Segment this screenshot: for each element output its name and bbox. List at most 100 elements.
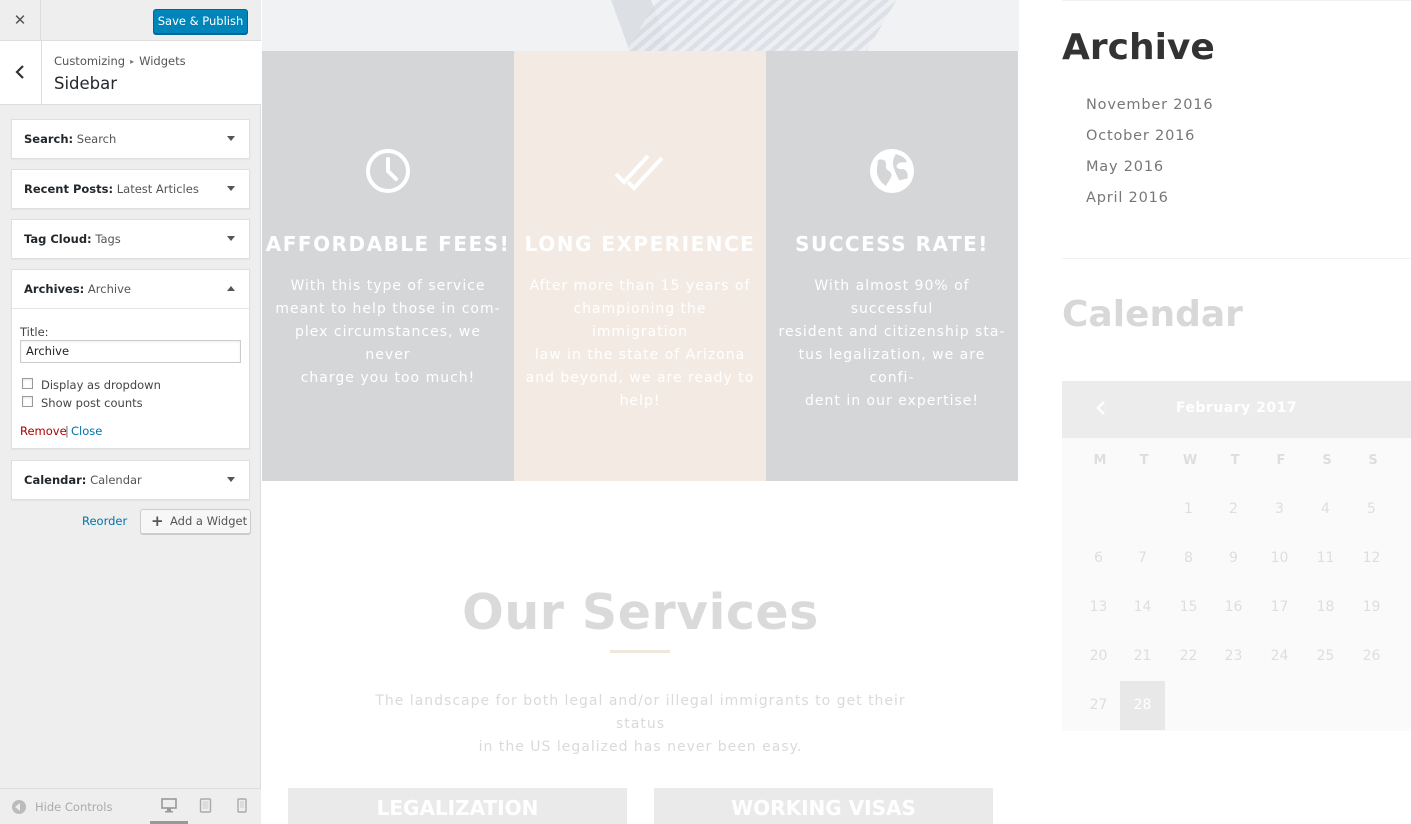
- widget-tag-cloud[interactable]: Tag Cloud: Tags: [11, 219, 250, 259]
- dropdown-label: Display as dropdown: [41, 378, 161, 392]
- widget-search[interactable]: Search: Search: [11, 119, 250, 159]
- calendar-day[interactable]: 4: [1303, 485, 1348, 534]
- caret-down-icon[interactable]: [227, 136, 235, 141]
- feature-text-line: resident and citizenship sta-: [778, 324, 1006, 340]
- calendar-day[interactable]: 17: [1257, 583, 1302, 632]
- services-intro-line: in the US legalized has never been easy.: [478, 739, 803, 755]
- calendar-day[interactable]: 1: [1166, 485, 1211, 534]
- calendar-day[interactable]: 8: [1166, 534, 1211, 583]
- caret-down-icon[interactable]: [227, 186, 235, 191]
- calendar-day[interactable]: 19: [1349, 583, 1394, 632]
- site-preview: AFFORDABLE FEES! With this type of servi…: [262, 0, 1411, 824]
- breadcrumb-item: Customizing: [54, 54, 126, 68]
- collapse-arrow-icon[interactable]: [12, 800, 26, 814]
- calendar-day[interactable]: 2: [1211, 485, 1256, 534]
- archive-link[interactable]: October 2016: [1086, 128, 1195, 144]
- calendar-day[interactable]: 22: [1166, 632, 1211, 681]
- feature-title: AFFORDABLE FEES!: [265, 232, 511, 256]
- tablet-icon[interactable]: [199, 798, 213, 813]
- mobile-icon[interactable]: [237, 798, 247, 813]
- widget-title: Tags: [95, 232, 121, 246]
- feature-long-experience: LONG EXPERIENCE After more than 15 years…: [514, 51, 766, 481]
- feature-text-line: help!: [619, 393, 661, 409]
- breadcrumb-item: Widgets: [139, 54, 186, 68]
- add-widget-label: Add a Widget: [170, 514, 248, 528]
- widget-type: Calendar:: [24, 473, 87, 487]
- section-header: Customizing ▸ Widgets Sidebar: [0, 41, 261, 105]
- calendar-day[interactable]: 18: [1303, 583, 1348, 632]
- calendar-day[interactable]: 15: [1166, 583, 1211, 632]
- feature-text-line: dent in our expertise!: [805, 393, 979, 409]
- widget-recent-posts[interactable]: Recent Posts: Latest Articles: [11, 169, 250, 209]
- desktop-icon[interactable]: [161, 798, 177, 813]
- feature-text-line: meant to help those in com-: [275, 301, 501, 317]
- archive-link[interactable]: November 2016: [1086, 97, 1213, 113]
- calendar-day[interactable]: 16: [1211, 583, 1256, 632]
- calendar-day[interactable]: 13: [1076, 583, 1121, 632]
- remove-link[interactable]: Remove: [20, 424, 67, 438]
- service-card-working-visas[interactable]: WORKING VISAS: [654, 788, 993, 824]
- link-separator: |: [65, 424, 69, 438]
- calendar-day[interactable]: 24: [1257, 632, 1302, 681]
- widget-type: Search:: [24, 132, 74, 146]
- caret-down-icon[interactable]: [227, 477, 235, 482]
- feature-title: SUCCESS RATE!: [795, 232, 989, 256]
- close-link[interactable]: Close: [71, 424, 102, 438]
- post-counts-checkbox[interactable]: [22, 396, 33, 407]
- section-title: Sidebar: [54, 74, 118, 93]
- archive-link[interactable]: May 2016: [1086, 159, 1164, 175]
- widget-title: Archive: [87, 282, 131, 296]
- calendar-day[interactable]: 14: [1120, 583, 1165, 632]
- calendar-day[interactable]: 9: [1211, 534, 1256, 583]
- archives-form: Title: Archive Display as dropdown Show …: [12, 308, 249, 448]
- calendar-day[interactable]: 7: [1120, 534, 1165, 583]
- calendar-day-today[interactable]: 28: [1120, 681, 1165, 730]
- title-label: Title:: [20, 325, 49, 339]
- customizer-header: ✕ Save & Publish: [0, 0, 261, 41]
- feature-text-line: tus legalization, we are confi-: [798, 347, 986, 386]
- dropdown-checkbox[interactable]: [22, 378, 33, 389]
- calendar-day[interactable]: 6: [1076, 534, 1121, 583]
- feature-text-line: With almost 90% of successful: [814, 278, 970, 317]
- widget-type: Recent Posts:: [24, 182, 114, 196]
- archive-link[interactable]: April 2016: [1086, 190, 1169, 206]
- calendar-day[interactable]: 3: [1257, 485, 1302, 534]
- calendar-weekday: W: [1182, 453, 1198, 468]
- calendar-day[interactable]: 25: [1303, 632, 1348, 681]
- widget-calendar[interactable]: Calendar: Calendar: [11, 460, 250, 500]
- add-widget-button[interactable]: + Add a Widget: [140, 509, 251, 534]
- widget-title: Search: [76, 132, 117, 146]
- widget-archives[interactable]: Archives: Archive Title: Archive Display…: [11, 269, 250, 449]
- calendar-day[interactable]: 26: [1349, 632, 1394, 681]
- calendar-grid: M T W T F S S 1 2 3 4 5 6 7 8 9 10 11 12 13 14 15 16 17 18 19 20 21…: [1062, 438, 1411, 731]
- calendar-day[interactable]: 21: [1120, 632, 1165, 681]
- widget-title: Calendar: [90, 473, 142, 487]
- calendar-day[interactable]: 5: [1349, 485, 1394, 534]
- feature-text: With this type of service meant to help …: [272, 275, 504, 390]
- clock-icon: [366, 149, 410, 193]
- calendar-widget-title: Calendar: [1062, 294, 1243, 335]
- save-publish-button[interactable]: Save & Publish: [153, 9, 248, 34]
- calendar-day[interactable]: 20: [1076, 632, 1121, 681]
- calendar-day[interactable]: 12: [1349, 534, 1394, 583]
- calendar-day[interactable]: 23: [1211, 632, 1256, 681]
- calendar-day[interactable]: 11: [1303, 534, 1348, 583]
- title-input[interactable]: Archive: [20, 340, 241, 363]
- feature-success-rate: SUCCESS RATE! With almost 90% of success…: [766, 51, 1018, 481]
- caret-up-icon[interactable]: [227, 286, 235, 291]
- back-button[interactable]: [0, 41, 42, 104]
- widget-title: Latest Articles: [116, 182, 199, 196]
- services-intro-line: The landscape for both legal and/or ille…: [375, 693, 906, 732]
- sidebar-divider: [1062, 258, 1411, 259]
- customizer-footer: Hide Controls: [0, 788, 261, 824]
- calendar-day[interactable]: 27: [1076, 681, 1121, 730]
- hide-controls-button[interactable]: Hide Controls: [35, 800, 112, 814]
- calendar-day[interactable]: 10: [1257, 534, 1302, 583]
- breadcrumb-separator: ▸: [130, 57, 135, 66]
- close-icon[interactable]: ✕: [0, 0, 41, 41]
- service-card-legalization[interactable]: LEGALIZATION: [288, 788, 627, 824]
- calendar-weekday: F: [1276, 453, 1286, 468]
- sidebar-top-border: [1062, 0, 1411, 1]
- reorder-link[interactable]: Reorder: [82, 514, 127, 528]
- caret-down-icon[interactable]: [227, 236, 235, 241]
